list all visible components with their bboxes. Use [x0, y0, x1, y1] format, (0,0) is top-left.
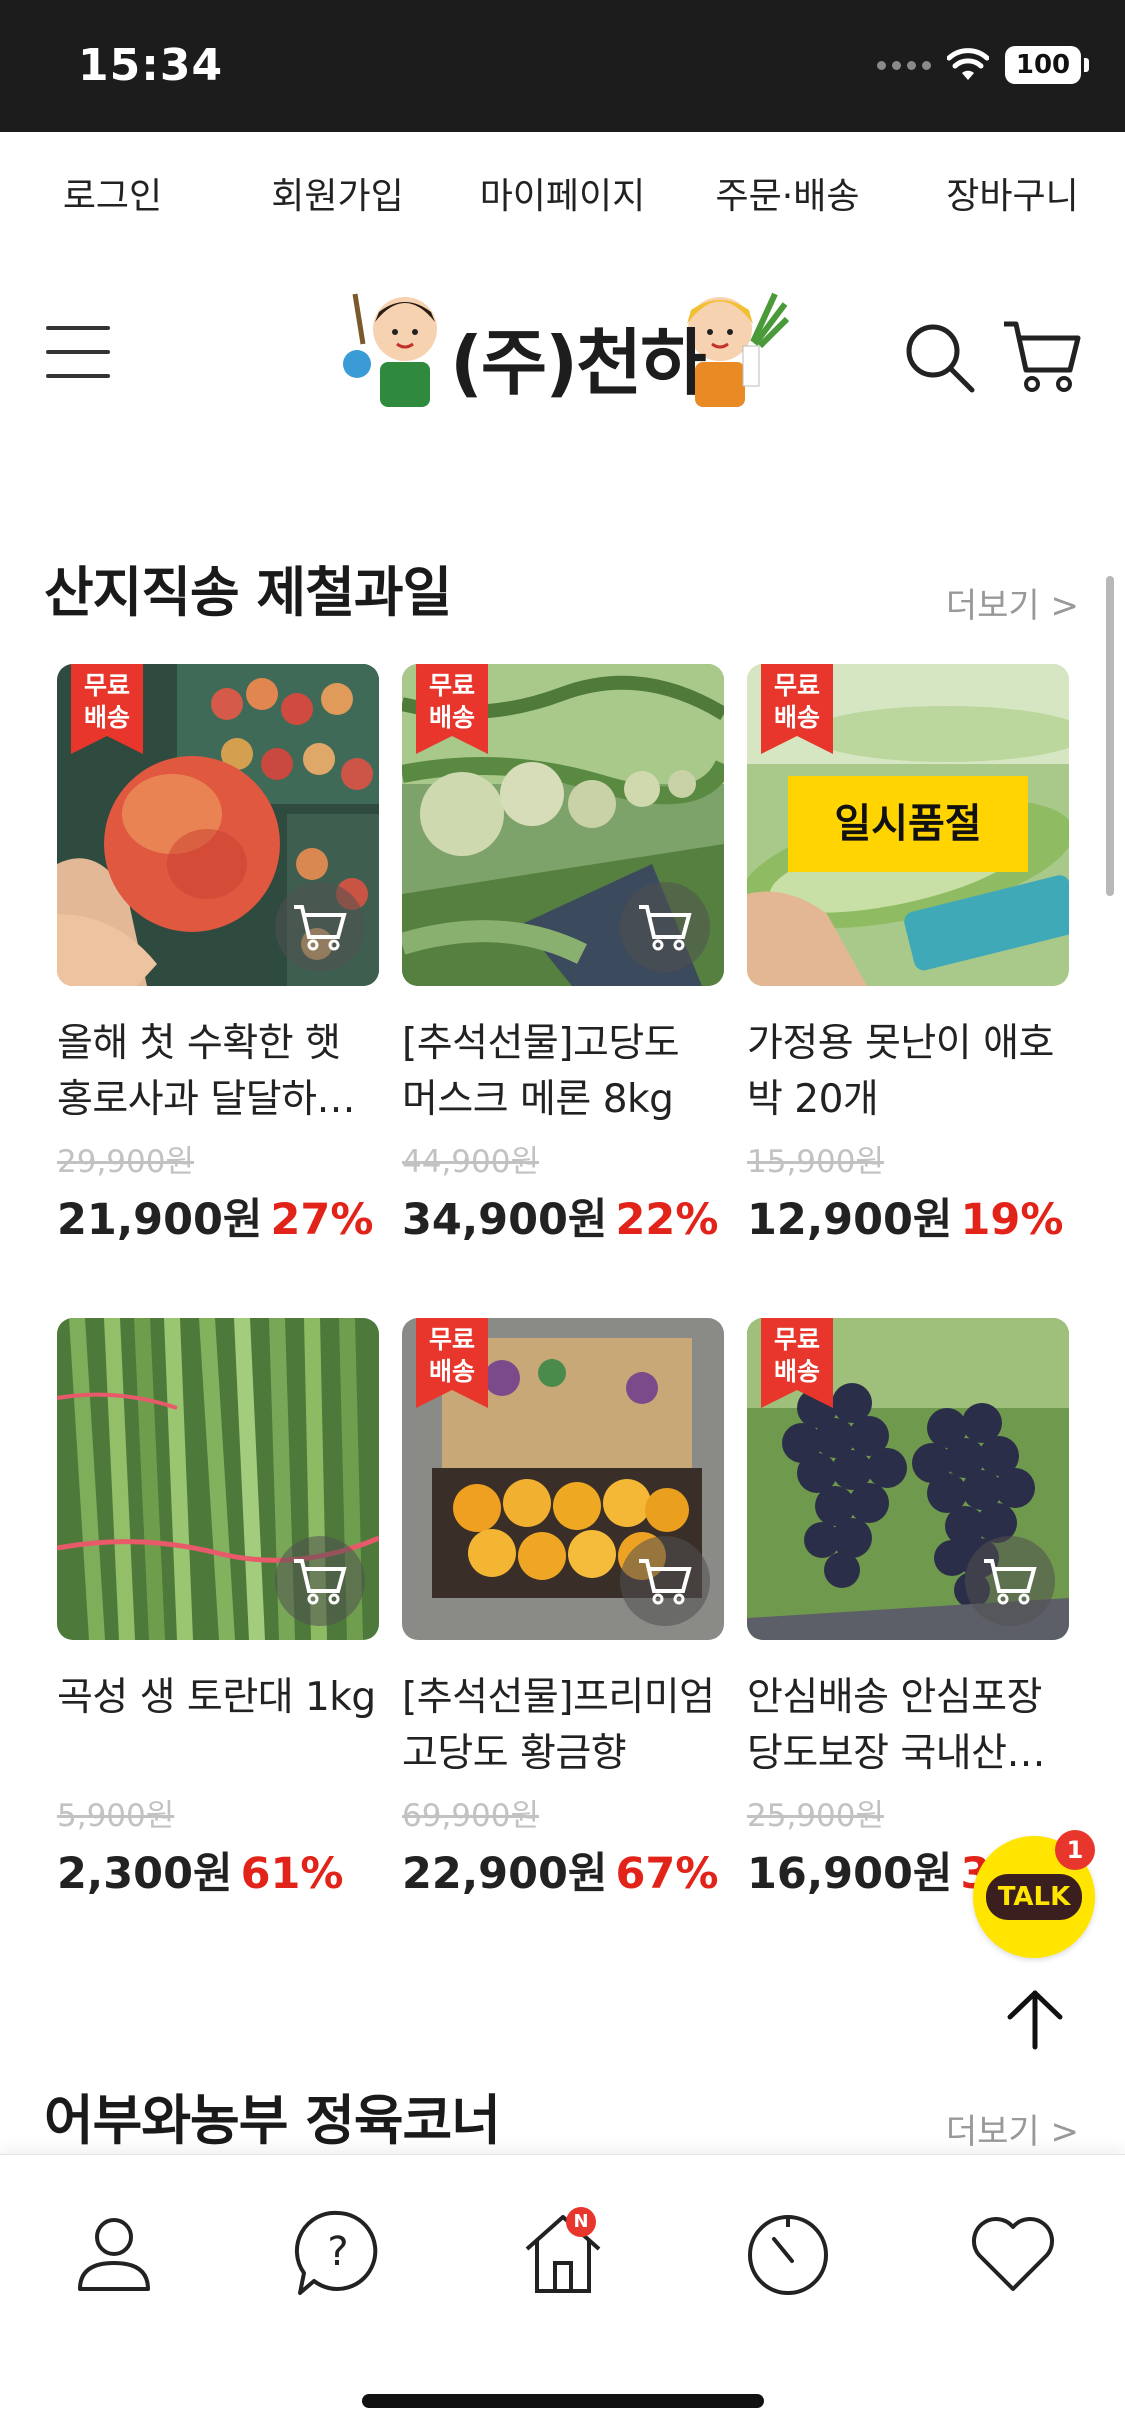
sale-price: 2,300원 — [57, 1849, 233, 1899]
more-link-butcher-corner[interactable]: 더보기 > — [946, 2104, 1079, 2153]
order-delivery-link[interactable]: 주문·배송 — [675, 132, 900, 262]
original-price: 25,900원 — [747, 1798, 884, 1834]
discount-rate: 67% — [615, 1849, 719, 1899]
product-card[interactable]: 무료 배송 [추석선물]고당도 머스크 메론 8kg 44,900원 34,90… — [402, 664, 724, 1247]
wishlist-heart-icon[interactable] — [965, 2205, 1061, 2301]
logo-text: (주)천하 — [450, 321, 707, 405]
status-icons: 100 — [877, 46, 1089, 84]
talk-icon: TALK — [985, 1874, 1083, 1920]
scroll-to-top-icon[interactable] — [1000, 1985, 1070, 2055]
wifi-icon — [947, 48, 989, 80]
cart-icon — [294, 1559, 347, 1605]
scrollbar[interactable] — [1106, 576, 1114, 896]
product-card[interactable]: 무료 배송 일시품절 가정용 못난이 애호박 20개 15,900원 12,90… — [747, 664, 1069, 1247]
product-name[interactable]: [추석선물]고당도 머스크 메론 8kg — [402, 1016, 724, 1128]
add-to-cart-button[interactable] — [275, 1536, 365, 1626]
product-name[interactable]: [추석선물]프리미엄 고당도 황금향 — [402, 1670, 724, 1782]
add-to-cart-button[interactable] — [620, 882, 710, 972]
product-image[interactable]: 무료 배송 일시품절 — [747, 664, 1069, 986]
login-link[interactable]: 로그인 — [0, 132, 225, 262]
product-image[interactable]: 무료 배송 — [747, 1318, 1069, 1640]
section-title-butcher-corner: 어부와농부 정육코너 — [44, 2089, 501, 2152]
product-card[interactable]: 무료 배송 [추석선물]프리미엄 고당도 황금향 69,900원 22,900원… — [402, 1318, 724, 1901]
svg-text:?: ? — [327, 2229, 348, 2275]
sale-price: 16,900원 — [747, 1849, 953, 1899]
add-to-cart-button[interactable] — [965, 1536, 1055, 1626]
battery-icon: 100 — [1005, 46, 1089, 84]
cart-icon — [294, 905, 347, 951]
product-name[interactable]: 안심배송 안심포장 당도보장 국내산… — [747, 1670, 1069, 1782]
talk-notification-badge: 1 — [1055, 1830, 1095, 1870]
product-name[interactable]: 올해 첫 수확한 햇 홍로사과 달달하… — [57, 1016, 379, 1128]
status-time: 15:34 — [78, 40, 224, 91]
original-price: 15,900원 — [747, 1144, 884, 1180]
original-price: 69,900원 — [402, 1798, 539, 1834]
product-image[interactable] — [57, 1318, 379, 1640]
recent-history-icon[interactable] — [740, 2205, 836, 2301]
discount-rate: 27% — [270, 1195, 374, 1245]
shopping-cart-link[interactable]: 장바구니 — [900, 132, 1125, 262]
cart-icon[interactable] — [1000, 314, 1084, 398]
original-price: 5,900원 — [57, 1798, 175, 1834]
discount-rate: 19% — [960, 1195, 1064, 1245]
cart-icon — [639, 905, 692, 951]
section-title-seasonal-fruit: 산지직송 제철과일 — [44, 561, 452, 624]
add-to-cart-button[interactable] — [620, 1536, 710, 1626]
kakao-talk-button[interactable]: TALK 1 — [973, 1830, 1095, 1958]
product-name[interactable]: 곡성 생 토란대 1kg — [57, 1670, 379, 1782]
discount-rate: 61% — [240, 1849, 344, 1899]
signup-link[interactable]: 회원가입 — [225, 132, 450, 262]
original-price: 44,900원 — [402, 1144, 539, 1180]
sale-price: 12,900원 — [747, 1195, 953, 1245]
sale-price: 21,900원 — [57, 1195, 263, 1245]
search-icon[interactable] — [900, 318, 980, 398]
original-price: 29,900원 — [57, 1144, 194, 1180]
sale-price: 34,900원 — [402, 1195, 608, 1245]
more-link-seasonal-fruit[interactable]: 더보기 > — [946, 578, 1079, 627]
sale-price: 22,900원 — [402, 1849, 608, 1899]
cart-icon — [639, 1559, 692, 1605]
home-indicator — [362, 2394, 764, 2408]
discount-rate: 22% — [615, 1195, 719, 1245]
add-to-cart-button[interactable] — [275, 882, 365, 972]
product-name[interactable]: 가정용 못난이 애호박 20개 — [747, 1016, 1069, 1128]
my-account-icon[interactable] — [66, 2205, 162, 2301]
home-icon[interactable] — [515, 2205, 611, 2301]
product-image[interactable]: 무료 배송 — [57, 664, 379, 986]
header: (주)천하 — [0, 262, 1125, 452]
product-card[interactable]: 무료 배송 안심배송 안심포장 당도보장 국내산… 25,900원 16,900… — [747, 1318, 1069, 1901]
product-card[interactable]: 곡성 생 토란대 1kg 5,900원 2,300원 61% — [57, 1318, 379, 1901]
help-question-icon[interactable]: ? — [290, 2205, 386, 2301]
cart-icon — [984, 1559, 1037, 1605]
mypage-link[interactable]: 마이페이지 — [450, 132, 675, 262]
product-image[interactable]: 무료 배송 — [402, 1318, 724, 1640]
logo[interactable]: (주)천하 — [335, 284, 790, 414]
top-links: 로그인 회원가입 마이페이지 주문·배송 장바구니 — [0, 132, 1125, 262]
cellular-signal-icon — [877, 60, 931, 70]
hamburger-menu-icon[interactable] — [46, 326, 110, 378]
product-image[interactable]: 무료 배송 — [402, 664, 724, 986]
sold-out-badge: 일시품절 — [788, 776, 1028, 872]
status-bar: 15:34 100 — [0, 0, 1125, 132]
product-card[interactable]: 무료 배송 올해 첫 수확한 햇 홍로사과 달달하… 29,900원 21,90… — [57, 664, 379, 1247]
home-new-badge: N — [566, 2207, 596, 2237]
